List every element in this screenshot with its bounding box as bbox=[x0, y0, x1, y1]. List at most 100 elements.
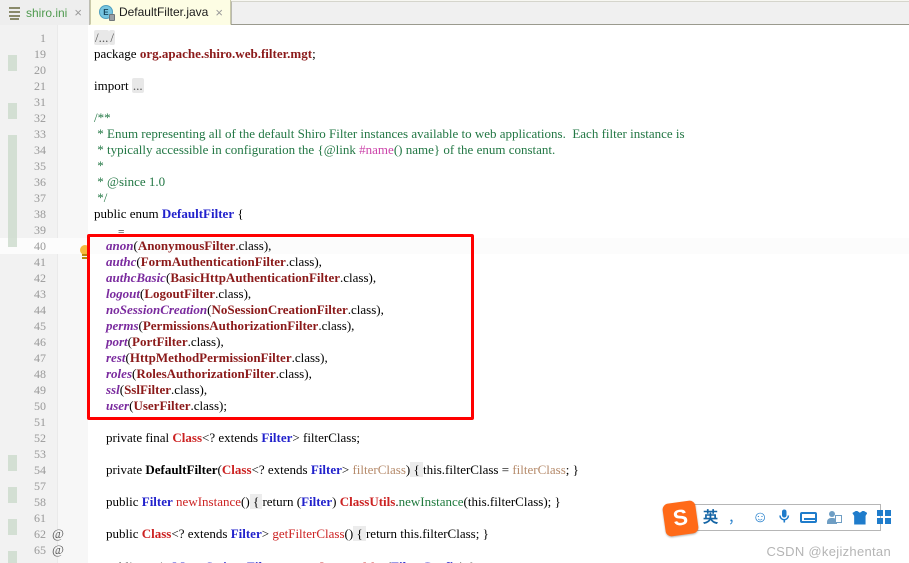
override-marker-icon[interactable]: @ bbox=[50, 526, 66, 542]
ime-punctuation-mode-icon[interactable]: ， bbox=[728, 511, 742, 525]
code-line[interactable]: 37 */ bbox=[0, 190, 909, 206]
code-line[interactable]: 47 rest(HttpMethodPermissionFilter.class)… bbox=[0, 350, 909, 366]
line-number: 51 bbox=[34, 415, 46, 429]
line-number: 53 bbox=[34, 447, 46, 461]
code-line[interactable]: 31 bbox=[0, 94, 909, 110]
ime-user-profile-icon[interactable] bbox=[827, 510, 843, 525]
code-line[interactable]: 41 authc(FormAuthenticationFilter.class), bbox=[0, 254, 909, 270]
line-number: 62 bbox=[34, 527, 46, 541]
code-line-text: */ bbox=[94, 190, 108, 205]
code-line-text: public enum DefaultFilter { bbox=[94, 206, 244, 221]
code-line[interactable]: 1 /... / bbox=[0, 30, 909, 46]
code-line-text: perms(PermissionsAuthorizationFilter.cla… bbox=[106, 318, 355, 333]
line-number: 47 bbox=[34, 351, 46, 365]
code-line-text: public Filter newInstance() { return (Fi… bbox=[106, 494, 561, 509]
intention-bulb-icon[interactable] bbox=[78, 245, 92, 260]
tab-label: DefaultFilter.java bbox=[118, 5, 209, 19]
code-line[interactable]: 54 private DefaultFilter(Class<? extends … bbox=[0, 462, 909, 478]
fold-region-marker[interactable] bbox=[8, 487, 17, 503]
sogou-ime-toolbar[interactable]: S 英 ， ☺ bbox=[661, 499, 892, 538]
tab-defaultfilter-java[interactable]: E DefaultFilter.java × bbox=[89, 0, 231, 25]
line-number: 38 bbox=[34, 207, 46, 221]
ime-soft-keyboard-icon[interactable] bbox=[800, 512, 818, 523]
code-line-text: port(PortFilter.class), bbox=[106, 334, 224, 349]
close-icon[interactable]: × bbox=[213, 6, 223, 19]
code-line[interactable]: 42 authcBasic(BasicHttpAuthenticationFilt… bbox=[0, 270, 909, 286]
ide-window: shiro.ini × E DefaultFilter.java × 1 /...… bbox=[0, 0, 909, 563]
override-marker-icon[interactable]: @ bbox=[50, 542, 66, 558]
line-number: 31 bbox=[34, 95, 46, 109]
line-number: 61 bbox=[34, 511, 46, 525]
line-number: 46 bbox=[34, 335, 46, 349]
tab-shiro-ini[interactable]: shiro.ini × bbox=[0, 0, 90, 25]
code-line[interactable]: 33 * Enum representing all of the defaul… bbox=[0, 126, 909, 142]
code-line[interactable]: 32 /** bbox=[0, 110, 909, 126]
editor-tab-bar: shiro.ini × E DefaultFilter.java × bbox=[0, 0, 909, 25]
ime-toolbox-icon[interactable] bbox=[877, 510, 892, 525]
code-line-text: rest(HttpMethodPermissionFilter.class), bbox=[106, 350, 328, 365]
sogou-logo-icon[interactable]: S bbox=[661, 499, 700, 538]
code-line[interactable]: 51 bbox=[0, 414, 909, 430]
fold-region-marker[interactable] bbox=[8, 103, 17, 119]
code-line[interactable]: 35 * bbox=[0, 158, 909, 174]
code-editor[interactable]: 1 /.../ 19 package org.apache.shiro.web.fil… bbox=[0, 25, 909, 563]
code-line[interactable]: 49 ssl(SslFilter.class), bbox=[0, 382, 909, 398]
ime-skin-icon[interactable] bbox=[852, 510, 868, 525]
ime-language-mode-icon[interactable]: 英 bbox=[703, 510, 718, 525]
code-line-text: noSessionCreation(NoSessionCreationFilte… bbox=[106, 302, 384, 317]
ime-voice-input-icon[interactable] bbox=[778, 509, 790, 526]
ime-emoji-icon[interactable]: ☺ bbox=[752, 509, 768, 526]
fold-region-marker[interactable] bbox=[8, 455, 17, 471]
fold-region-marker[interactable] bbox=[8, 519, 17, 535]
line-number: 20 bbox=[34, 63, 46, 77]
line-number: 65 bbox=[34, 543, 46, 557]
code-line[interactable]: 38 public enum DefaultFilter { bbox=[0, 206, 909, 222]
fold-collapse-icon[interactable]: ≡ bbox=[118, 225, 124, 241]
fold-region-marker[interactable] bbox=[8, 55, 17, 71]
code-line[interactable]: 53 bbox=[0, 446, 909, 462]
code-line[interactable]: 39 bbox=[0, 222, 909, 238]
line-number: 42 bbox=[34, 271, 46, 285]
line-number: 58 bbox=[34, 495, 46, 509]
code-line-text: authc(FormAuthenticationFilter.class), bbox=[106, 254, 322, 269]
code-line[interactable]: 57 bbox=[0, 478, 909, 494]
code-line-text: /** bbox=[94, 110, 111, 125]
csdn-watermark: CSDN @kejizhentan bbox=[766, 544, 891, 559]
code-line-text: * Enum representing all of the default S… bbox=[94, 126, 685, 141]
code-line[interactable]: 19 package org.apache.shiro.web.filter.mg… bbox=[0, 46, 909, 62]
code-line[interactable]: 50 user(UserFilter.class); bbox=[0, 398, 909, 414]
code-line[interactable]: 44 noSessionCreation(NoSessionCreationFil… bbox=[0, 302, 909, 318]
code-line[interactable]: 36 * @since 1.0 bbox=[0, 174, 909, 190]
code-line[interactable]: 45 perms(PermissionsAuthorizationFilter.c… bbox=[0, 318, 909, 334]
code-line[interactable]: 21 import ... bbox=[0, 78, 909, 94]
code-line[interactable]: 20 bbox=[0, 62, 909, 78]
code-line[interactable]: 43 logout(LogoutFilter.class), bbox=[0, 286, 909, 302]
code-line[interactable]: 46 port(PortFilter.class), bbox=[0, 334, 909, 350]
code-line-text: import ... bbox=[94, 78, 144, 93]
code-line[interactable]: 34 * typically accessible in configurati… bbox=[0, 142, 909, 158]
code-line-text: private final Class<? extends Filter> fi… bbox=[106, 430, 361, 445]
code-line-text: * typically accessible in configuration … bbox=[94, 142, 556, 157]
close-icon[interactable]: × bbox=[72, 6, 82, 19]
fold-region-marker[interactable] bbox=[8, 135, 17, 231]
code-line-text: /... / bbox=[94, 30, 115, 45]
fold-region-marker[interactable] bbox=[8, 551, 17, 563]
line-number: 32 bbox=[34, 111, 46, 125]
fold-region-marker[interactable] bbox=[8, 231, 17, 247]
line-number: 37 bbox=[34, 191, 46, 205]
line-number: 39 bbox=[34, 223, 46, 237]
line-number: 35 bbox=[34, 159, 46, 173]
code-line-text: ssl(SslFilter.class), bbox=[106, 382, 208, 397]
code-line[interactable]: 52 private final Class<? extends Filter> … bbox=[0, 430, 909, 446]
code-line-text: authcBasic(BasicHttpAuthenticationFilter… bbox=[106, 270, 377, 285]
code-line-text: public Class<? extends Filter> getFilter… bbox=[106, 526, 489, 541]
code-line[interactable]: 48 roles(RolesAuthorizationFilter.class), bbox=[0, 366, 909, 382]
microphone-glyph bbox=[779, 509, 790, 523]
line-number: 40 bbox=[34, 239, 46, 253]
tab-label: shiro.ini bbox=[26, 5, 68, 20]
line-number: 57 bbox=[34, 479, 46, 493]
lock-badge-icon bbox=[108, 13, 115, 21]
line-number: 49 bbox=[34, 383, 46, 397]
line-number: 43 bbox=[34, 287, 46, 301]
code-line[interactable]: 40 anon(AnonymousFilter.class), bbox=[0, 238, 909, 254]
